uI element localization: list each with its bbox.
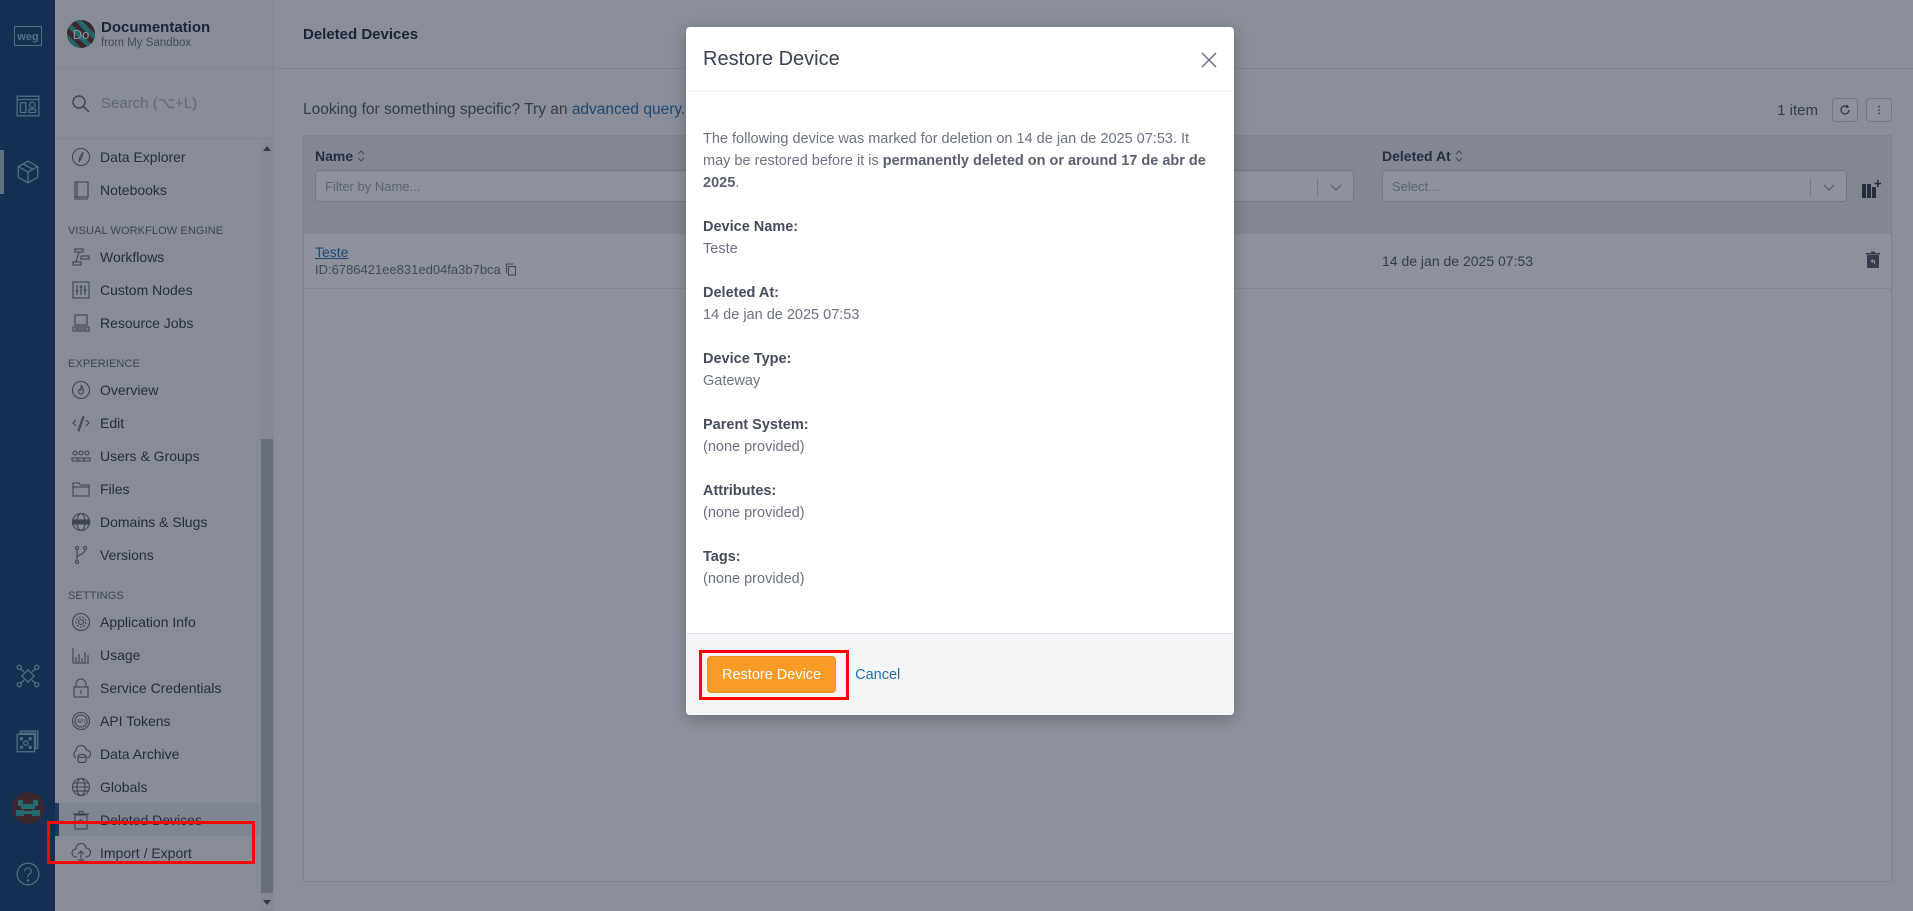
cancel-button[interactable]: Cancel: [855, 667, 900, 683]
close-icon[interactable]: [1200, 51, 1218, 69]
modal-title: Restore Device: [703, 47, 840, 70]
field-deleted-at: Deleted At: 14 de jan de 2025 07:53: [703, 285, 860, 323]
modal-header: Restore Device: [686, 27, 1234, 92]
modal-footer: Restore Device Cancel: [686, 633, 1234, 715]
restore-device-button[interactable]: Restore Device: [707, 656, 837, 693]
field-parent-system: Parent System: (none provided): [703, 417, 809, 455]
field-attributes: Attributes: (none provided): [703, 483, 805, 521]
field-device-type: Device Type: Gateway: [703, 351, 792, 389]
field-tags: Tags: (none provided): [703, 549, 805, 587]
restore-device-modal: Restore Device The following device was …: [686, 27, 1234, 715]
field-device-name: Device Name: Teste: [703, 219, 799, 257]
modal-intro: The following device was marked for dele…: [703, 131, 1206, 191]
modal-body: The following device was marked for dele…: [686, 92, 1234, 590]
